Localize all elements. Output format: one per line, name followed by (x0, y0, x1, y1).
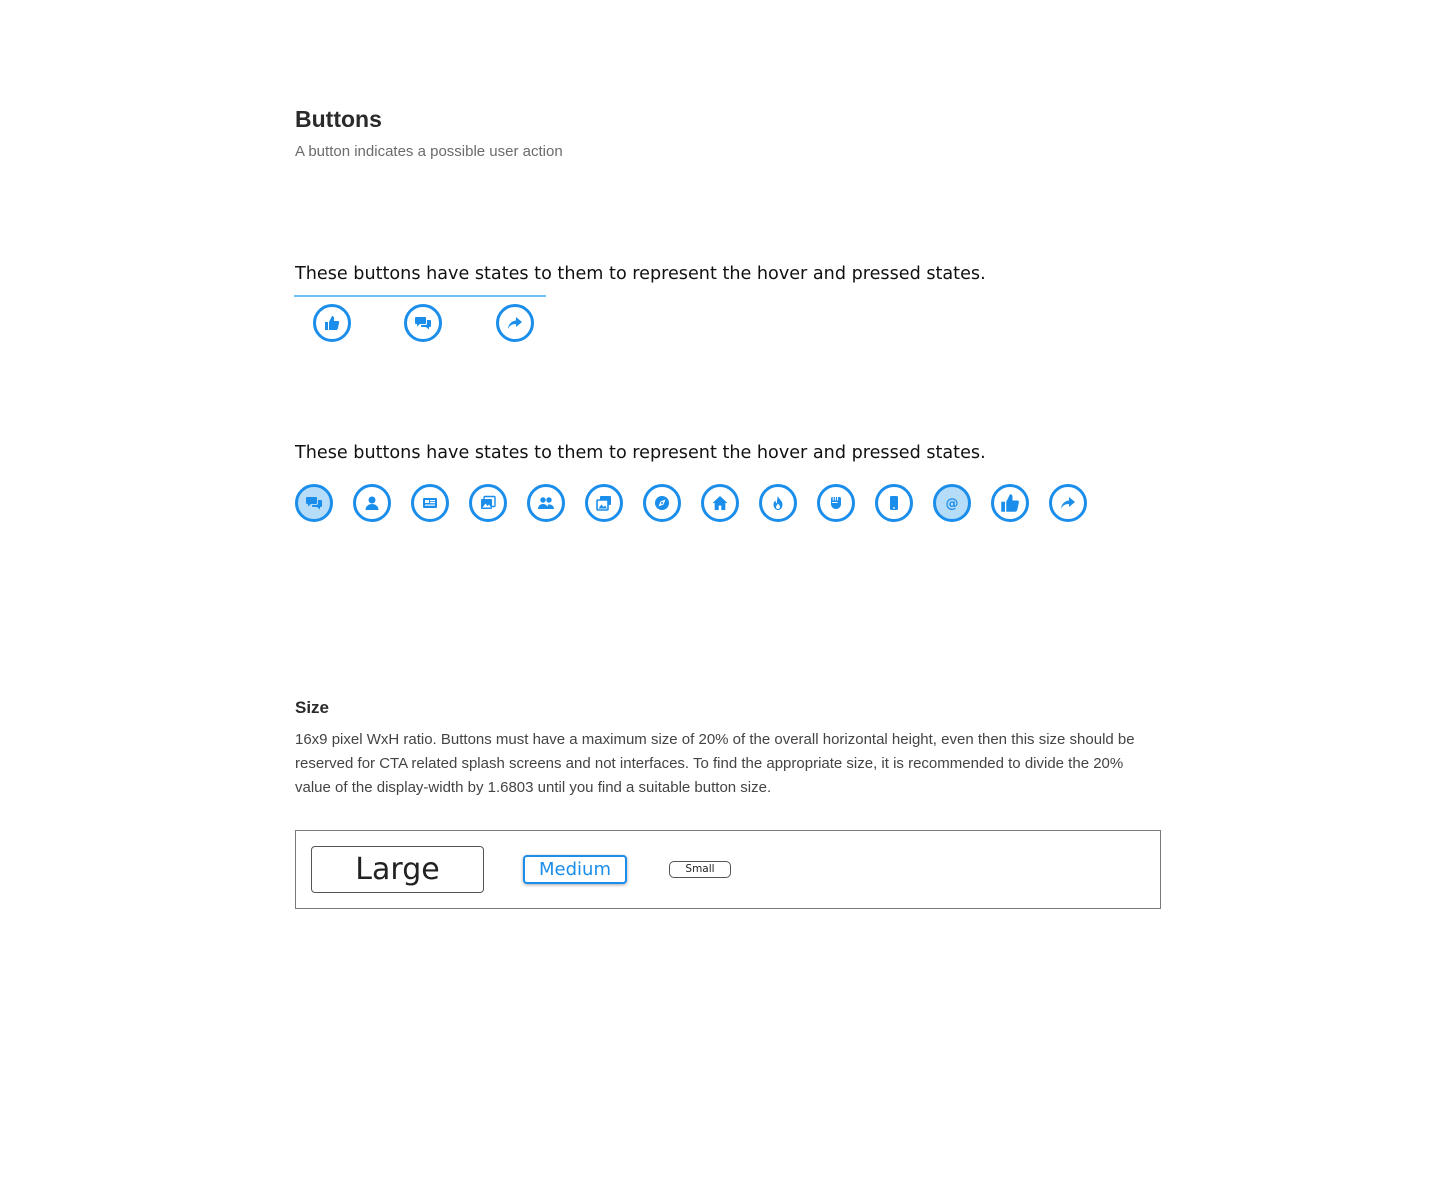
fire-button[interactable] (759, 484, 797, 522)
small-button[interactable]: Small (669, 861, 731, 878)
newspaper-icon (423, 498, 437, 508)
at-sign-button-pressed[interactable]: @ (933, 484, 971, 522)
images-button[interactable] (585, 484, 623, 522)
chat-bubbles-icon (306, 497, 322, 510)
at-sign-icon: @ (946, 497, 959, 512)
chat-button-pressed[interactable] (295, 484, 333, 522)
photos-button[interactable] (469, 484, 507, 522)
page-title: Buttons (295, 106, 382, 132)
thumbs-up-icon (1001, 494, 1019, 512)
size-demo-panel: Large Medium Small (295, 830, 1161, 909)
chat-button[interactable] (404, 304, 442, 342)
large-button[interactable]: Large (311, 846, 484, 893)
mobile-button[interactable] (875, 484, 913, 522)
chat-bubbles-icon (415, 317, 431, 330)
thumbs-up-button-large[interactable] (991, 484, 1029, 522)
size-description: 16x9 pixel WxH ratio. Buttons must have … (295, 731, 1135, 796)
share-button-row-two[interactable] (1049, 484, 1087, 522)
page-subtitle: A button indicates a possible user actio… (295, 143, 563, 160)
mobile-icon (890, 496, 898, 510)
section-one-caption: These buttons have states to them to rep… (295, 264, 986, 284)
home-icon (712, 496, 728, 510)
share-button[interactable] (496, 304, 534, 342)
fist-icon (831, 497, 841, 509)
users-icon (538, 497, 554, 509)
thumbs-up-button[interactable] (313, 304, 351, 342)
section-two-caption: These buttons have states to them to rep… (295, 443, 986, 463)
medium-button[interactable]: Medium (523, 855, 627, 884)
size-section-title: Size (295, 698, 330, 717)
svg-text:@: @ (946, 497, 959, 512)
thumbs-up-icon (325, 316, 340, 330)
user-button[interactable] (353, 484, 391, 522)
share-arrow-icon (508, 317, 522, 329)
images-icon (596, 496, 611, 511)
compass-icon (655, 496, 669, 510)
photos-icon (481, 495, 496, 509)
fist-button[interactable] (817, 484, 855, 522)
share-arrow-icon (1061, 497, 1075, 509)
home-button[interactable] (701, 484, 739, 522)
compass-button[interactable] (643, 484, 681, 522)
caption-underline (294, 295, 546, 297)
user-icon (365, 496, 379, 510)
users-button[interactable] (527, 484, 565, 522)
newspaper-button[interactable] (411, 484, 449, 522)
fire-icon (773, 496, 783, 510)
